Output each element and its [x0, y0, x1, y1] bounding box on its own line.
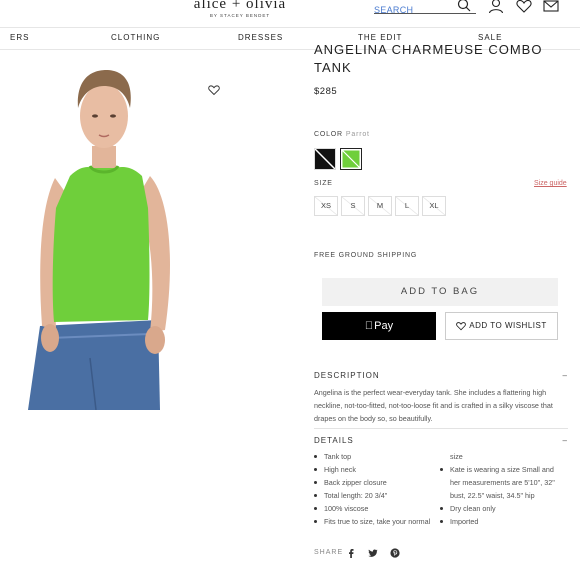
nav-item-dresses[interactable]: DRESSES [238, 33, 283, 42]
add-to-wishlist-button[interactable]: ADD TO WISHLIST [445, 312, 558, 340]
swatch-black-white-fill [314, 148, 336, 170]
add-to-bag-button[interactable]: ADD TO BAG [322, 278, 558, 306]
description-title: DESCRIPTION [314, 371, 380, 380]
collapse-icon[interactable]: – [563, 371, 568, 380]
twitter-icon[interactable] [368, 548, 378, 558]
logo-text: alice + olivia [193, 0, 287, 12]
divider [314, 428, 568, 429]
account-icon[interactable] [488, 0, 504, 14]
nav-item-clothing[interactable]: CLOTHING [111, 33, 160, 42]
detail-item: Fits true to size, take your normal [314, 515, 444, 528]
collapse-icon[interactable]: – [563, 436, 568, 445]
nav-item-ers[interactable]: ERS [10, 33, 29, 42]
color-label: COLOR Parrot [314, 131, 370, 138]
size-label: SIZE [314, 180, 333, 187]
size-option-m[interactable]: M [368, 196, 392, 216]
swatch-parrot[interactable] [340, 148, 362, 170]
size-option-xs[interactable]: XS [314, 196, 338, 216]
color-value: Parrot [345, 131, 370, 138]
detail-item: Imported [440, 515, 564, 528]
site-header: alice + olivia BY STACEY BENDET [0, 0, 580, 28]
details-header[interactable]: DETAILS – [314, 436, 568, 445]
brand-logo[interactable]: alice + olivia BY STACEY BENDET [185, 0, 295, 18]
apple-logo-icon:  [365, 320, 373, 332]
wishlist-heart-icon [456, 322, 467, 331]
search-icon[interactable] [457, 0, 471, 12]
detail-item: Back zipper closure [314, 476, 444, 489]
product-title: ANGELINA CHARMEUSE COMBO TANK [314, 42, 543, 75]
apple-pay-button[interactable]: Pay [322, 312, 436, 340]
detail-item: High neck [314, 463, 444, 476]
size-guide-link[interactable]: Size guide [534, 180, 567, 187]
size-option-xl[interactable]: XL [422, 196, 446, 216]
search-box[interactable] [374, 0, 476, 16]
pinterest-icon[interactable] [390, 548, 400, 558]
wishlist-label: ADD TO WISHLIST [469, 321, 547, 330]
heart-icon[interactable] [516, 0, 532, 14]
detail-item: Dry clean only [440, 502, 564, 515]
details-title: DETAILS [314, 436, 354, 445]
search-input[interactable] [374, 4, 454, 16]
mail-icon[interactable] [543, 0, 559, 14]
product-image[interactable] [10, 58, 230, 410]
detail-item: Kate is wearing a size Small and her mea… [440, 463, 564, 502]
logo-subtitle: BY STACEY BENDET [209, 13, 271, 18]
detail-item: Tank top [314, 450, 444, 463]
size-option-l[interactable]: L [395, 196, 419, 216]
detail-item-continued: size [450, 452, 463, 461]
shipping-note: FREE GROUND SHIPPING [314, 252, 418, 259]
description-text: Angelina is the perfect wear-everyday ta… [314, 388, 553, 423]
image-wishlist-heart-icon[interactable] [208, 84, 220, 96]
size-option-s[interactable]: S [341, 196, 365, 216]
product-price: $285 [314, 86, 338, 97]
swatch-parrot-fill [342, 150, 360, 168]
description-header[interactable]: DESCRIPTION – [314, 371, 568, 380]
share-label: SHARE [314, 549, 344, 556]
facebook-icon[interactable] [346, 548, 356, 558]
swatch-black-white[interactable] [314, 148, 336, 170]
color-label-text: COLOR [314, 131, 343, 138]
detail-item: Total length: 20 3/4" [314, 489, 444, 502]
apple-pay-label: Pay [370, 320, 393, 332]
details-list-right: size Kate is wearing a size Small and he… [440, 450, 564, 528]
detail-item: 100% viscose [314, 502, 444, 515]
details-list-left: Tank top High neck Back zipper closure T… [314, 450, 444, 528]
